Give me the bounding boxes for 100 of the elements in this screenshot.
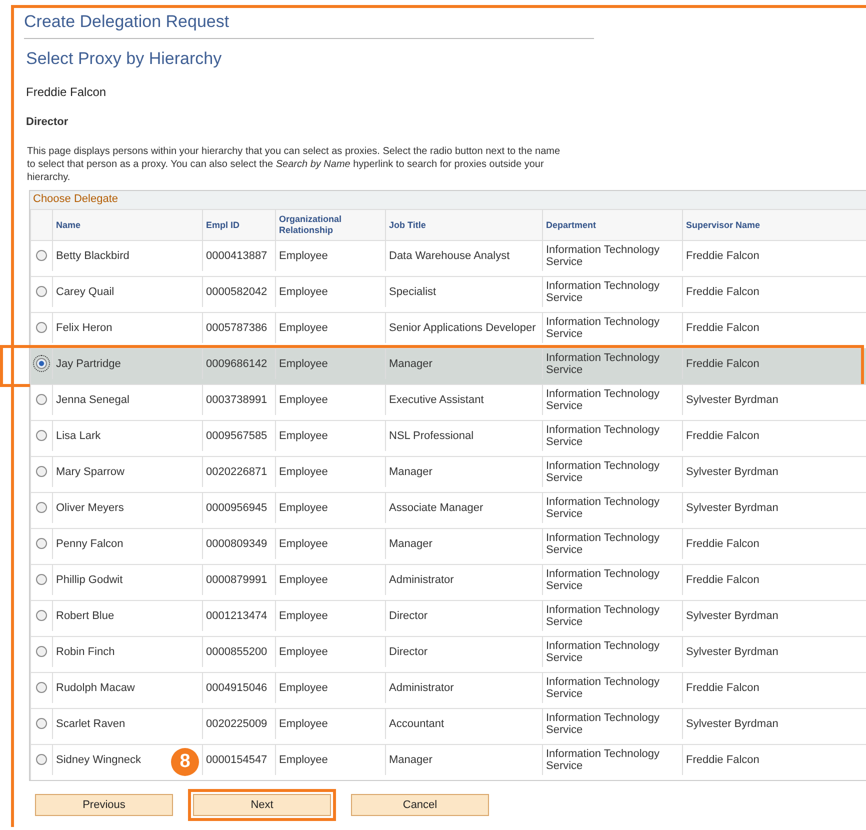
table-cell: Information Technology Service — [542, 421, 682, 450]
radio-button[interactable] — [36, 646, 47, 658]
table-row[interactable]: Betty Blackbird 0000413887 Employee Data Warehouse Analyst Information Technology Service Freddie Falcon — [30, 240, 866, 276]
table-cell: 0000809349 — [202, 529, 275, 558]
table-row[interactable]: Phillip Godwit 0000879991 Employee Administrator Information Technology Service Freddie Falcon — [30, 564, 866, 600]
table-cell: Betty Blackbird — [52, 241, 202, 270]
table-cell: Manager — [385, 745, 542, 774]
table-row[interactable]: Robin Finch 0000855200 Employee Director Information Technology Service Sylvester Byrdman — [30, 636, 866, 672]
table-cell: Sylvester Byrdman — [682, 385, 866, 414]
table-cell: Employee — [275, 745, 385, 774]
table-cell: Employee — [275, 241, 385, 270]
radio-button[interactable] — [36, 250, 47, 262]
table-cell: Felix Heron — [52, 313, 202, 342]
table-cell: Robin Finch — [52, 637, 202, 666]
table-cell: Information Technology Service — [542, 565, 682, 594]
table-cell: 0001213474 — [202, 601, 275, 630]
table-cell: Employee — [275, 421, 385, 450]
table-cell: Information Technology Service — [542, 349, 682, 378]
table-cell: Director — [385, 601, 542, 630]
table-row[interactable]: Mary Sparrow 0020226871 Employee Manager Information Technology Service Sylvester Byrdman — [30, 456, 866, 492]
table-cell: Rudolph Macaw — [52, 673, 202, 702]
table-cell: Sylvester Byrdman — [682, 709, 866, 738]
radio-button[interactable] — [36, 574, 47, 586]
table-cell: Director — [385, 637, 542, 666]
radio-button[interactable] — [36, 358, 47, 370]
table-cell: Sylvester Byrdman — [682, 493, 866, 522]
table-cell: Sylvester Byrdman — [682, 457, 866, 486]
table-cell: Jay Partridge — [52, 349, 202, 378]
radio-button[interactable] — [36, 502, 47, 514]
table-cell: Employee — [275, 349, 385, 378]
radio-button[interactable] — [36, 718, 47, 730]
table-cell: Employee — [275, 313, 385, 342]
table-cell: Senior Applications Developer — [385, 313, 542, 342]
table-cell: Executive Assistant — [385, 385, 542, 414]
nav-button[interactable]: Next — [193, 794, 331, 816]
radio-button[interactable] — [36, 286, 47, 298]
table-cell: Manager — [385, 529, 542, 558]
table-cell: Employee — [275, 709, 385, 738]
table-cell: Mary Sparrow — [52, 457, 202, 486]
table-row[interactable]: Oliver Meyers 0000956945 Employee Associate Manager Information Technology Service Sylvester Byrdman — [30, 492, 866, 528]
table-cell: Data Warehouse Analyst — [385, 241, 542, 270]
table-row[interactable]: Penny Falcon 0000809349 Employee Manager Information Technology Service Freddie Falcon — [30, 528, 866, 564]
nav-button[interactable]: Cancel — [351, 794, 489, 816]
radio-button[interactable] — [36, 754, 47, 766]
table-cell: Freddie Falcon — [682, 565, 866, 594]
radio-button[interactable] — [36, 430, 47, 442]
nav-button[interactable]: Previous — [35, 794, 173, 816]
table-cell: Freddie Falcon — [682, 313, 866, 342]
table-row[interactable]: Jay Partridge 0009686142 Employee Manager Information Technology Service Freddie Falcon — [30, 348, 866, 384]
table-cell: 0004915046 — [202, 673, 275, 702]
table-row[interactable]: Carey Quail 0000582042 Employee Specialist Information Technology Service Freddie Falcon — [30, 276, 866, 312]
table-cell: Employee — [275, 565, 385, 594]
table-cell: Freddie Falcon — [682, 277, 866, 306]
instructions-text: This page displays persons within your hierarchy that you can select as proxies. Select the radio button next to the name to select that person as a proxy. You can also select the Search by Name hyperlink to search for proxies outside your hierarchy. — [26, 145, 562, 184]
radio-button[interactable] — [36, 322, 47, 334]
page-title: Create Delegation Request — [24, 12, 594, 39]
table-cell: Employee — [275, 457, 385, 486]
table-cell: Manager — [385, 457, 542, 486]
table-cell: Oliver Meyers — [52, 493, 202, 522]
user-title: Director — [25, 116, 70, 128]
table-cell: Jenna Senegal — [52, 385, 202, 414]
table-cell: Freddie Falcon — [682, 745, 866, 774]
table-cell: Robert Blue — [52, 601, 202, 630]
radio-button[interactable] — [36, 682, 47, 694]
section-title: Select Proxy by Hierarchy — [25, 49, 223, 69]
table-cell: Administrator — [385, 673, 542, 702]
table-cell: Carey Quail — [52, 277, 202, 306]
table-cell: Information Technology Service — [542, 673, 682, 702]
table-cell: Sylvester Byrdman — [682, 637, 866, 666]
table-cell: Accountant — [385, 709, 542, 738]
table-cell: Information Technology Service — [542, 457, 682, 486]
table-cell: Freddie Falcon — [682, 529, 866, 558]
radio-button[interactable] — [36, 610, 47, 622]
table-cell: Information Technology Service — [542, 709, 682, 738]
table-cell: 0000956945 — [202, 493, 275, 522]
table-cell: Associate Manager — [385, 493, 542, 522]
table-row[interactable]: Jenna Senegal 0003738991 Employee Executive Assistant Information Technology Service Sylvester Byrdman — [30, 384, 866, 420]
user-name: Freddie Falcon — [25, 85, 108, 99]
table-cell: Freddie Falcon — [682, 673, 866, 702]
table-row[interactable]: Scarlet Raven 0020225009 Employee Accountant Information Technology Service Sylvester Byrdman — [30, 708, 866, 744]
table-cell: Information Technology Service — [542, 601, 682, 630]
table-cell: Scarlet Raven — [52, 709, 202, 738]
table-cell: Employee — [275, 277, 385, 306]
table-cell: Freddie Falcon — [682, 349, 866, 378]
table-cell: 0000413887 — [202, 241, 275, 270]
table-cell: Lisa Lark — [52, 421, 202, 450]
radio-button[interactable] — [36, 394, 47, 406]
table-cell: 0020226871 — [202, 457, 275, 486]
radio-button[interactable] — [36, 466, 47, 478]
table-row[interactable]: Robert Blue 0001213474 Employee Director Information Technology Service Sylvester Byrdman — [30, 600, 866, 636]
table-cell: 0005787386 — [202, 313, 275, 342]
table-caption: Choose Delegate — [30, 191, 866, 209]
table-cell: Information Technology Service — [542, 313, 682, 342]
table-row[interactable]: Lisa Lark 0009567585 Employee NSL Professional Information Technology Service Freddie Falcon — [30, 420, 866, 456]
table-cell: Information Technology Service — [542, 529, 682, 558]
table-cell: Information Technology Service — [542, 493, 682, 522]
table-row[interactable]: Rudolph Macaw 0004915046 Employee Administrator Information Technology Service Freddie Falcon — [30, 672, 866, 708]
radio-button[interactable] — [36, 538, 47, 550]
table-cell: Manager — [385, 349, 542, 378]
table-cell: Employee — [275, 637, 385, 666]
